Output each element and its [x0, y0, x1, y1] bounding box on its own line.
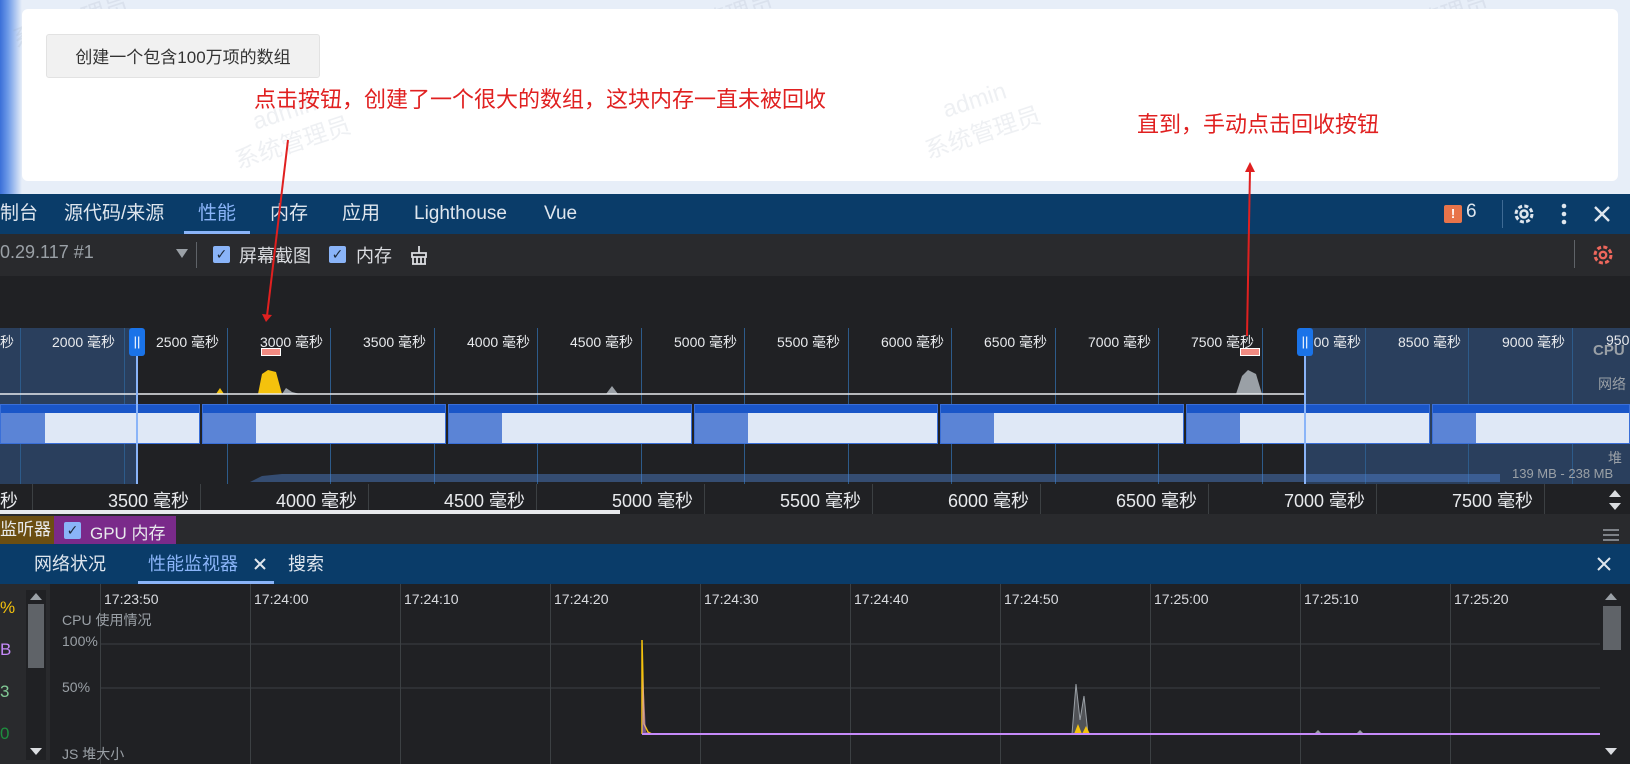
metric-value: %	[0, 598, 16, 617]
devtools-tabbar: 制台 源代码/来源 性能 内存 应用 Lighthouse Vue ! 6	[0, 194, 1630, 234]
cpu-activity-chart	[0, 370, 1304, 395]
garbage-collect-broom-icon[interactable]	[408, 244, 430, 266]
tab-performance[interactable]: 性能	[184, 194, 251, 234]
screenshots-checkbox[interactable]: ✓	[213, 246, 230, 263]
timeline-overview[interactable]: 秒 2000 毫秒 2500 毫秒 3000 毫秒 3500 毫秒 4000 毫…	[0, 276, 1630, 484]
cpu-label: CPU	[1593, 342, 1625, 359]
timeline-tick: 7000 毫秒	[1284, 491, 1366, 511]
screenshot-thumbnail[interactable]	[0, 404, 200, 444]
annotation-right: 直到，手动点击回收按钮	[1137, 112, 1380, 137]
divider	[196, 242, 197, 268]
metric-value: 3	[0, 682, 10, 701]
timeline-tick: 5000 毫秒	[612, 491, 694, 511]
tab-vue[interactable]: Vue	[544, 194, 577, 234]
tab-application[interactable]: 应用	[342, 194, 380, 234]
timeline-tick: 5500 毫秒	[780, 491, 862, 511]
close-drawer-icon[interactable]	[1596, 556, 1612, 572]
divider	[1502, 200, 1503, 228]
timeline-tick: 7500 毫秒	[1452, 491, 1534, 511]
scroll-arrows-icon[interactable]	[1608, 488, 1622, 512]
tab-console[interactable]: 制台	[0, 194, 38, 234]
memory-label: 内存	[356, 246, 392, 266]
heap-label: 堆	[1608, 450, 1622, 466]
memory-checkbox[interactable]: ✓	[329, 246, 346, 263]
issues-icon[interactable]: !	[1444, 205, 1462, 223]
listeners-track-label[interactable]: 监听器	[0, 516, 54, 544]
selection-handle-right[interactable]: ||	[1297, 328, 1313, 356]
cpu-usage-chart	[100, 639, 1600, 735]
metric-value: 0	[0, 724, 10, 743]
gpu-memory-checkbox[interactable]: ✓	[64, 522, 81, 539]
long-task-marker	[261, 348, 281, 356]
web-page-viewport: 系统管理员 系统管理员 系统管理员 admin 系统管理员 admin 系统管理…	[0, 0, 1630, 194]
drawer-tab-search[interactable]: 搜索	[288, 544, 324, 584]
tab-lighthouse[interactable]: Lighthouse	[414, 194, 507, 234]
screenshot-thumbnail[interactable]	[448, 404, 692, 444]
drawer-tab-network-conditions[interactable]: 网络状况	[34, 544, 106, 584]
sidebar-scrollbar[interactable]	[26, 590, 46, 760]
screenshot-thumbnail[interactable]	[1432, 404, 1630, 444]
tab-memory[interactable]: 内存	[270, 194, 308, 234]
screenshots-label: 屏幕截图	[239, 246, 311, 266]
annotation-left: 点击按钮，创建了一个很大的数组，这块内存一直未被回收	[254, 87, 827, 112]
performance-monitor: % B 3 0 17:23:50 17:24:00 17:24:10 17:24…	[0, 584, 1630, 764]
close-tab-icon[interactable]	[253, 557, 267, 571]
long-task-marker	[1240, 348, 1260, 356]
close-devtools-icon[interactable]	[1592, 204, 1612, 224]
screenshot-thumbnail[interactable]	[940, 404, 1184, 444]
recording-select[interactable]: 0.29.117 #1	[0, 242, 94, 263]
gpu-memory-label: GPU 内存	[90, 524, 166, 543]
issues-count[interactable]: 6	[1466, 201, 1477, 223]
screenshot-thumbnail[interactable]	[1186, 404, 1430, 444]
timeline-tick: 6000 毫秒	[948, 491, 1030, 511]
capture-settings-gear-icon[interactable]	[1590, 242, 1616, 268]
selection-handle-left[interactable]: ||	[129, 328, 145, 356]
screenshot-thumbnail[interactable]	[694, 404, 938, 444]
settings-gear-icon[interactable]	[1510, 200, 1538, 228]
create-array-button[interactable]: 创建一个包含100万项的数组	[46, 34, 320, 78]
heap-range: 139 MB - 238 MB	[1512, 466, 1614, 481]
gpu-memory-track[interactable]: ✓ GPU 内存	[54, 516, 176, 544]
tab-sources[interactable]: 源代码/来源	[64, 194, 164, 234]
more-options-icon[interactable]	[1554, 202, 1574, 226]
network-label: 网络	[1598, 376, 1626, 392]
drawer-tabbar: 网络状况 性能监视器 搜索	[0, 544, 1630, 584]
metrics-sidebar: % B 3 0	[0, 584, 50, 764]
timeline-ruler: 秒 3500 毫秒 4000 毫秒 4500 毫秒 5000 毫秒 5500 毫…	[0, 484, 1630, 515]
chevron-down-icon[interactable]	[176, 249, 188, 259]
screenshot-thumbnail[interactable]	[202, 404, 446, 444]
metric-value: B	[0, 640, 12, 659]
heap-overview-chart	[0, 474, 1500, 482]
memory-tracks-row: 监听器 ✓ GPU 内存	[0, 514, 1630, 544]
monitor-scrollbar[interactable]	[1600, 590, 1622, 760]
hamburger-menu-icon[interactable]	[1602, 528, 1620, 542]
divider	[1574, 240, 1575, 268]
performance-toolbar: 0.29.117 #1 ✓ 屏幕截图 ✓ 内存	[0, 234, 1630, 277]
timeline-tick: 6500 毫秒	[1116, 491, 1198, 511]
